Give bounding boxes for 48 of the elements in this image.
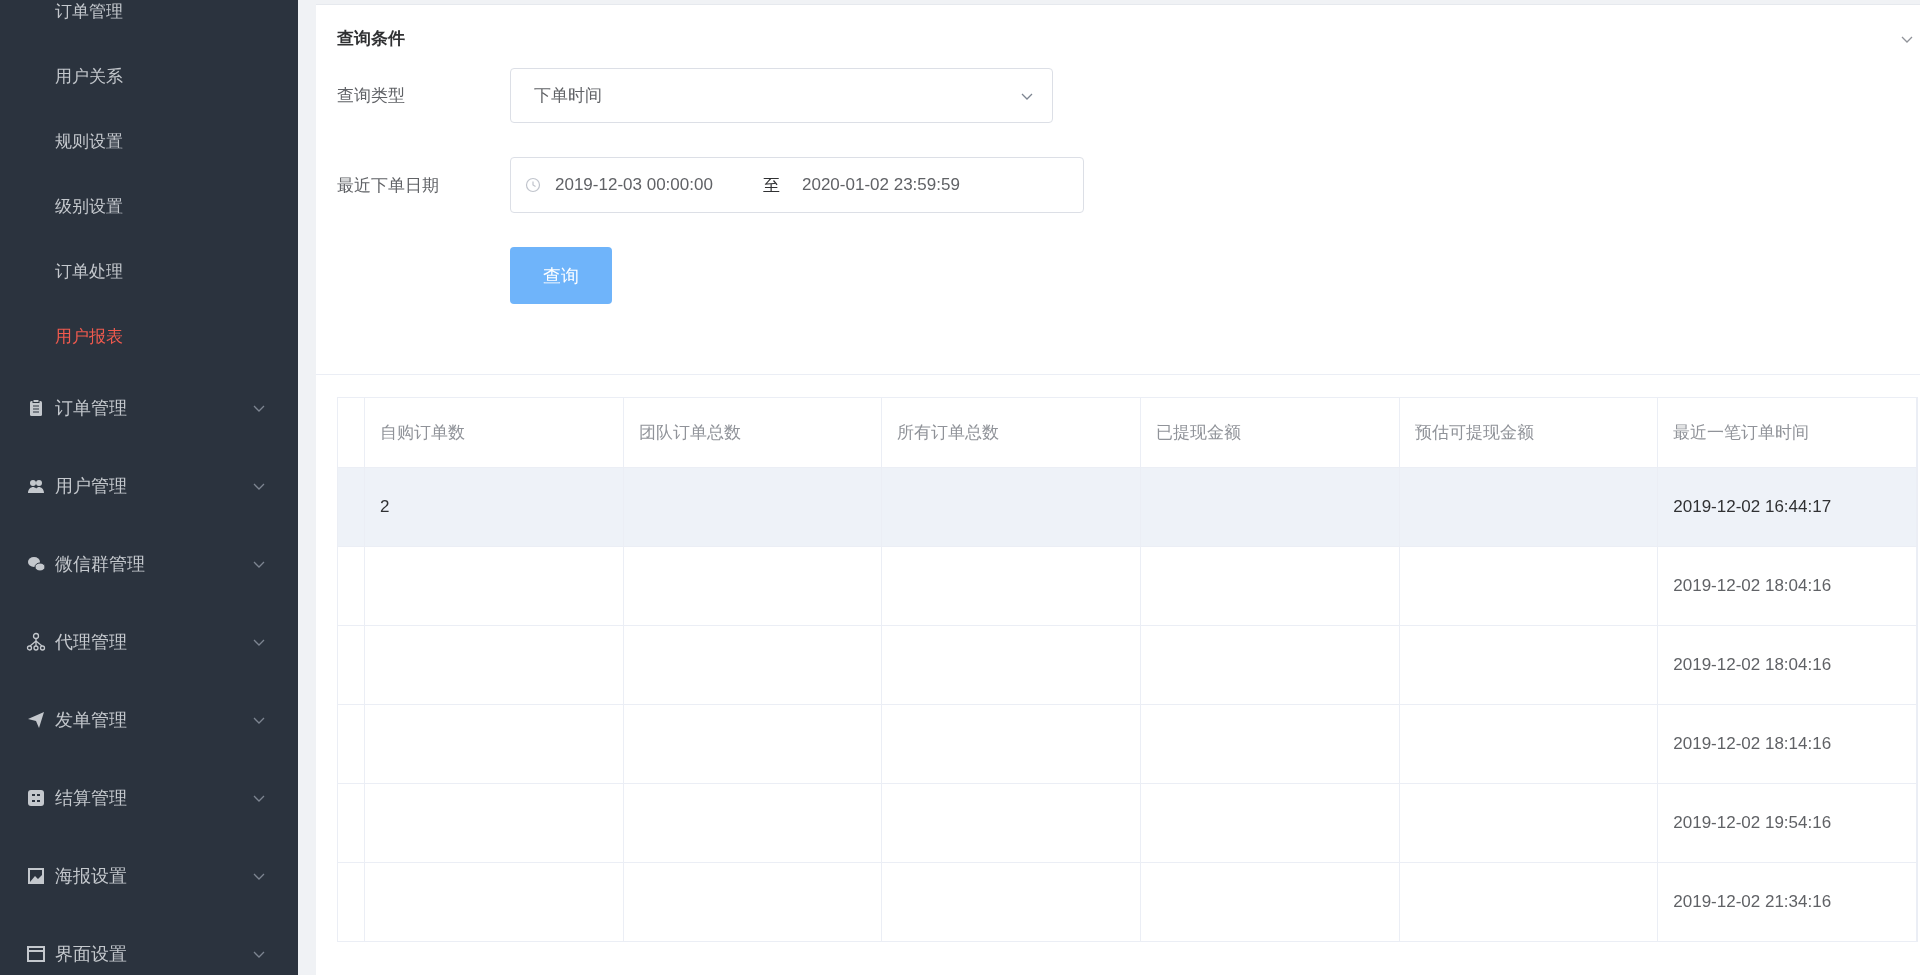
column-header: 团队订单总数 [623, 398, 882, 468]
column-header: 自购订单数 [364, 398, 624, 468]
end-date-value: 2020-01-02 23:59:59 [802, 175, 961, 195]
panel-title: 查询条件 [337, 28, 405, 50]
table-cell: 2019-12-02 21:34:16 [1673, 892, 1832, 911]
table-row[interactable]: 2019-12-02 18:14:16 [338, 704, 1917, 784]
column-header: 已提现金额 [1140, 398, 1400, 468]
sidebar-submenu-item[interactable]: 订单处理 [0, 239, 298, 304]
table-cell: 2019-12-02 18:14:16 [1673, 734, 1832, 753]
table-cell: 2019-12-02 19:54:16 [1673, 813, 1832, 832]
sidebar-menu-item[interactable]: 海报设置 [0, 837, 298, 915]
window-icon [26, 944, 46, 964]
table-row[interactable]: 2019-12-02 21:34:16 [338, 862, 1917, 942]
table-row[interactable]: 2019-12-02 18:04:16 [338, 546, 1917, 626]
date-range-field[interactable]: 2019-12-03 00:00:00 至 2020-01-02 23:59:59 [510, 157, 1084, 213]
table-row[interactable]: 2019-12-02 18:04:16 [338, 625, 1917, 705]
picture-icon [26, 866, 46, 886]
field-label: 最近下单日期 [337, 174, 440, 197]
sidebar-menu-item[interactable]: 代理管理 [0, 603, 298, 681]
start-date-value: 2019-12-03 00:00:00 [555, 175, 714, 195]
table-cell: 2019-12-02 18:04:16 [1673, 655, 1832, 674]
table-cell: 2 [380, 497, 390, 516]
sidebar-submenu-item[interactable]: 级别设置 [0, 174, 298, 239]
table-row[interactable]: 2019-12-02 19:54:16 [338, 783, 1917, 863]
sidebar-menu-item[interactable]: 结算管理 [0, 759, 298, 837]
table-cell: 2019-12-02 18:04:16 [1673, 576, 1832, 595]
sidebar-submenu-item[interactable]: 规则设置 [0, 109, 298, 174]
field-label: 查询类型 [337, 85, 406, 107]
range-separator: 至 [763, 174, 780, 197]
select-field[interactable]: 下单时间 [510, 68, 1053, 123]
sidebar-submenu-item[interactable]: 用户报表 [0, 304, 298, 369]
sidebar-submenu-item[interactable]: 订单管理 [0, 0, 298, 44]
sidebar-submenu-item[interactable]: 用户关系 [0, 44, 298, 109]
sidebar-menu-item[interactable]: 发单管理 [0, 681, 298, 759]
column-header: 预估可提现金额 [1399, 398, 1658, 468]
sidebar-menu-item[interactable]: 微信群管理 [0, 525, 298, 603]
column-header: 所有订单总数 [881, 398, 1141, 468]
sidebar-menu-item[interactable]: 用户管理 [0, 447, 298, 525]
column-header: 最近一笔订单时间 [1657, 398, 1917, 468]
hierarchy-icon [26, 632, 46, 652]
table-cell: 2019-12-02 16:44:17 [1673, 497, 1832, 516]
paper-plane-icon [26, 710, 46, 730]
sidebar-menu-item[interactable]: 界面设置 [0, 915, 298, 975]
grid-icon [26, 788, 46, 808]
chat-bubbles-icon [26, 554, 46, 574]
table-row[interactable]: 2 2019-12-02 16:44:17 [338, 467, 1917, 547]
clock-icon [525, 177, 541, 193]
sidebar-menu-item[interactable]: 订单管理 [0, 369, 298, 447]
